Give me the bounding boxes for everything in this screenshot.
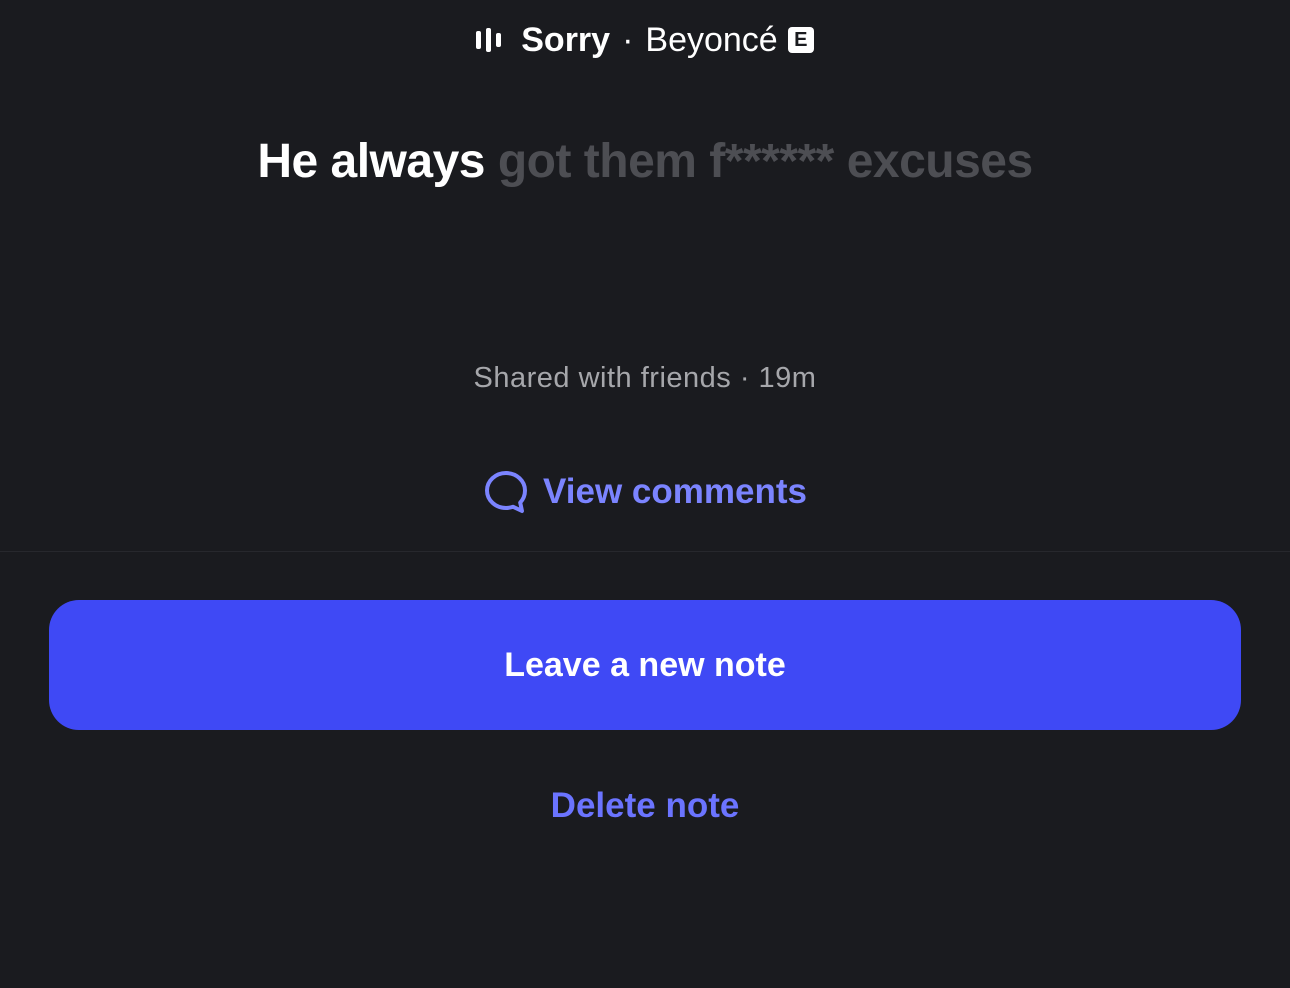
delete-note-button[interactable]: Delete note (0, 786, 1290, 826)
divider (0, 551, 1290, 552)
song-artist: Beyoncé (645, 20, 778, 59)
title-separator: · (622, 20, 634, 59)
song-title: Sorry (521, 20, 611, 59)
view-comments-label: View comments (543, 472, 807, 511)
note-meta: Shared with friends · 19m (473, 362, 817, 394)
now-playing-header[interactable]: Sorry · Beyoncé E (0, 18, 1290, 62)
audio-bars-icon (476, 28, 502, 52)
explicit-badge: E (787, 27, 814, 53)
lyric-active-text: He always (257, 135, 485, 188)
view-comments-button[interactable]: View comments (0, 466, 1290, 518)
leave-new-note-button[interactable]: Leave a new note (49, 600, 1241, 730)
lyric-line: He always got them f****** excuses (0, 134, 1290, 189)
speech-bubble-icon (485, 471, 528, 513)
lyric-upcoming-text: got them f****** excuses (497, 135, 1033, 188)
